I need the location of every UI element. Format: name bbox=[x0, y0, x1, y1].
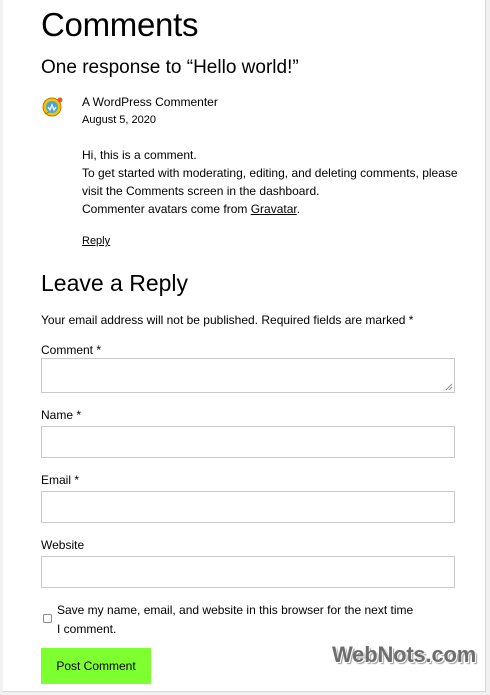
watermark-logo: WebNots.com bbox=[332, 642, 477, 667]
website-input[interactable] bbox=[41, 556, 455, 588]
comment-notes: Your email address will not be published… bbox=[41, 313, 414, 327]
comment-date[interactable]: August 5, 2020 bbox=[82, 113, 156, 127]
save-cookies-label[interactable]: Save my name, email, and website in this… bbox=[57, 601, 417, 639]
post-comment-button[interactable]: Post Comment bbox=[41, 648, 151, 684]
comment-line: visit the Comments screen in the dashboa… bbox=[82, 184, 320, 198]
response-heading: One response to “Hello world!” bbox=[41, 57, 299, 78]
gravatar-link[interactable]: Gravatar bbox=[251, 202, 297, 216]
commenter-avatar-icon bbox=[42, 97, 63, 117]
comment-author[interactable]: A WordPress Commenter bbox=[82, 95, 218, 110]
comment-line: Hi, this is a comment. bbox=[82, 148, 197, 162]
comment-textarea[interactable] bbox=[41, 358, 455, 393]
name-input[interactable] bbox=[41, 426, 455, 458]
avatar-note-suffix: . bbox=[296, 202, 301, 216]
comment-textarea-wrapper bbox=[41, 358, 455, 393]
comments-title: Comments bbox=[41, 6, 199, 43]
email-input[interactable] bbox=[41, 491, 455, 523]
comment-line: To get started with moderating, editing,… bbox=[82, 166, 458, 180]
comment-label: Comment * bbox=[41, 343, 102, 357]
name-label: Name * bbox=[41, 408, 82, 422]
leave-reply-title: Leave a Reply bbox=[41, 270, 189, 296]
resize-handle-icon[interactable] bbox=[445, 383, 453, 391]
page-content: Comments One response to “Hello world!” … bbox=[3, 0, 486, 692]
avatar-note-prefix: Commenter avatars come from bbox=[82, 202, 251, 216]
email-label: Email * bbox=[41, 473, 80, 487]
comment-body: Hi, this is a comment. To get started wi… bbox=[82, 146, 472, 218]
website-label: Website bbox=[41, 538, 85, 552]
comment-line: Commenter avatars come from Gravatar. bbox=[82, 200, 472, 218]
reply-link[interactable]: Reply bbox=[82, 234, 110, 248]
save-cookies-checkbox[interactable] bbox=[43, 614, 52, 623]
